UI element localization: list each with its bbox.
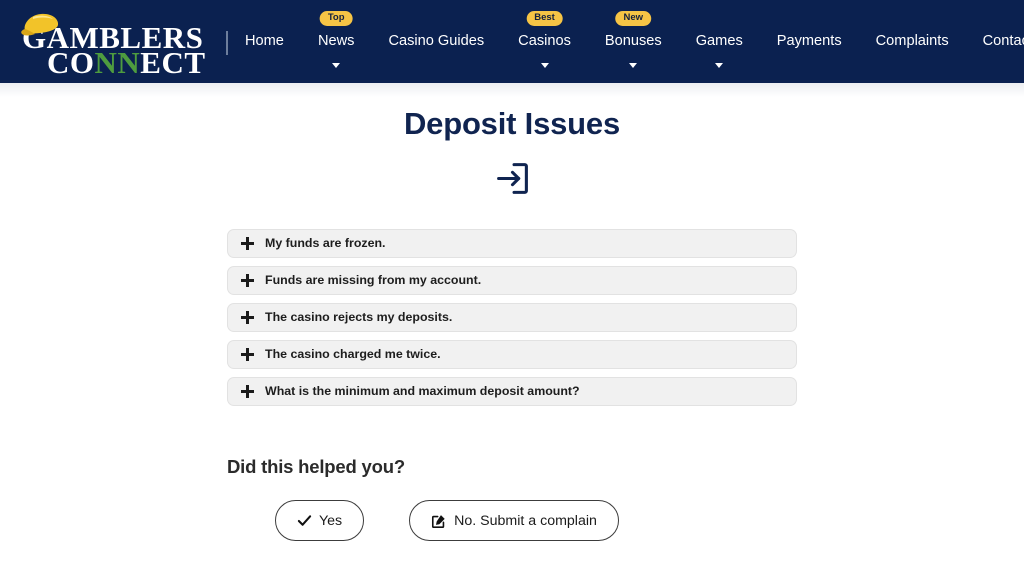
nav-item-games[interactable]: Games xyxy=(679,0,760,83)
chevron-down-icon xyxy=(629,63,638,68)
nav-badge-best: Best xyxy=(526,11,563,26)
nav-item-bonuses[interactable]: New Bonuses xyxy=(588,0,679,83)
check-icon xyxy=(297,513,312,528)
plus-icon xyxy=(241,274,255,288)
accordion-label: Funds are missing from my account. xyxy=(265,273,482,288)
feedback-no-label: No. Submit a complain xyxy=(454,512,597,529)
nav-label: Payments xyxy=(776,33,842,50)
edit-pencil-icon xyxy=(431,513,447,529)
accordion-label: The casino rejects my deposits. xyxy=(265,310,453,325)
accordion-item[interactable]: What is the minimum and maximum deposit … xyxy=(227,377,797,407)
page-title: Deposit Issues xyxy=(403,106,620,141)
site-logo[interactable]: GAMBLERS CONNECT xyxy=(14,11,205,78)
nav-item-home[interactable]: Home xyxy=(228,0,301,83)
feedback-section: Did this helped you? Yes No. Submit a co… xyxy=(227,414,797,542)
accordion-label: What is the minimum and maximum deposit … xyxy=(265,384,580,399)
faq-accordion: My funds are frozen. Funds are missing f… xyxy=(227,229,797,407)
nav-label: Home xyxy=(245,33,284,50)
nav-item-news[interactable]: Top News xyxy=(301,0,372,83)
accordion-item[interactable]: Funds are missing from my account. xyxy=(227,266,797,296)
sign-in-icon xyxy=(496,163,528,195)
nav-label: Casinos xyxy=(518,33,571,50)
main-navigation: Home Top News Casino Guides Best Casinos… xyxy=(228,0,1024,83)
logo-line-2: CONNECT xyxy=(47,47,206,78)
feedback-buttons: Yes No. Submit a complain xyxy=(227,500,797,542)
feedback-no-button[interactable]: No. Submit a complain xyxy=(409,500,619,542)
nav-item-casino-guides[interactable]: Casino Guides xyxy=(371,0,501,83)
nav-label: Complaints xyxy=(875,33,949,50)
plus-icon xyxy=(241,237,255,251)
logo-line-2-post: ECT xyxy=(140,44,206,80)
accordion-item[interactable]: The casino rejects my deposits. xyxy=(227,303,797,333)
nav-label: News xyxy=(317,33,355,50)
logo-line-2-pre: CO xyxy=(47,44,95,80)
cap-icon xyxy=(21,13,59,35)
accordion-label: The casino charged me twice. xyxy=(265,347,441,362)
feedback-yes-label: Yes xyxy=(319,512,343,529)
accordion-label: My funds are frozen. xyxy=(265,236,386,251)
nav-item-casinos[interactable]: Best Casinos xyxy=(501,0,588,83)
chevron-down-icon xyxy=(715,63,724,68)
plus-icon xyxy=(241,348,255,362)
site-header: GAMBLERS CONNECT Home Top News Casino Gu… xyxy=(0,0,1024,83)
nav-item-complaints[interactable]: Complaints xyxy=(859,0,966,83)
main-content: Deposit Issues My funds are frozen. Fund… xyxy=(0,83,1024,542)
nav-badge-new: New xyxy=(615,11,652,26)
feedback-question: Did this helped you? xyxy=(227,456,405,478)
chevron-down-icon xyxy=(540,63,549,68)
nav-label: Games xyxy=(695,33,743,50)
plus-icon xyxy=(241,311,255,325)
nav-label: Bonuses xyxy=(604,33,662,50)
accordion-item[interactable]: The casino charged me twice. xyxy=(227,340,797,370)
chevron-down-icon xyxy=(332,63,341,68)
nav-label: Casino Guides xyxy=(388,33,485,50)
page-icon-wrap xyxy=(0,160,1024,197)
nav-badge-top: Top xyxy=(319,11,353,26)
nav-item-contact[interactable]: Contact xyxy=(966,0,1024,83)
logo-line-2-accent: NN xyxy=(94,44,141,80)
feedback-yes-button[interactable]: Yes xyxy=(275,500,365,542)
accordion-item[interactable]: My funds are frozen. xyxy=(227,229,797,259)
nav-item-payments[interactable]: Payments xyxy=(760,0,859,83)
nav-label: Contact xyxy=(982,33,1024,50)
plus-icon xyxy=(241,385,255,399)
